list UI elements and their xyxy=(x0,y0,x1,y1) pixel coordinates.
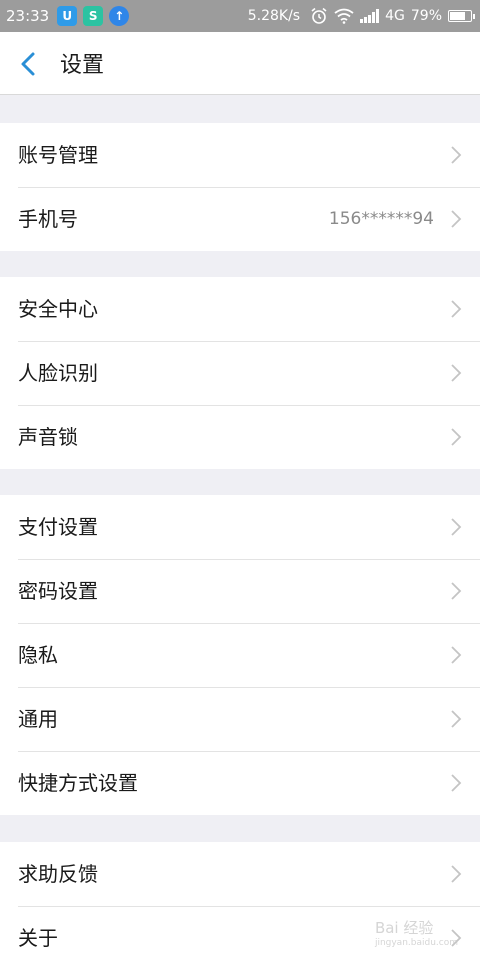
app-notification-icon: U xyxy=(57,6,78,26)
chevron-right-icon xyxy=(451,146,462,164)
phone-number-value: 156******94 xyxy=(328,209,434,229)
page-title: 设置 xyxy=(60,53,105,78)
chevron-right-icon xyxy=(451,646,462,664)
chevron-right-icon xyxy=(451,582,462,600)
settings-item-label: 安全中心 xyxy=(18,297,98,321)
settings-group-help: 求助反馈 关于 xyxy=(0,842,480,970)
chevron-right-icon xyxy=(451,210,462,228)
chevron-right-icon xyxy=(451,364,462,382)
settings-item-password-settings[interactable]: 密码设置 xyxy=(0,559,480,623)
settings-item-label: 关于 xyxy=(18,926,58,950)
chevron-right-icon xyxy=(451,518,462,536)
settings-item-general[interactable]: 通用 xyxy=(0,687,480,751)
network-type: 4G xyxy=(385,8,405,24)
header-bar: 设置 xyxy=(0,32,480,95)
scan-notification-icon: S xyxy=(83,6,104,26)
settings-group-payment: 支付设置 密码设置 隐私 通用 快捷方式设置 xyxy=(0,495,480,815)
settings-item-phone-number[interactable]: 手机号 156******94 xyxy=(0,187,480,251)
settings-item-voice-lock[interactable]: 声音锁 xyxy=(0,405,480,469)
settings-item-label: 人脸识别 xyxy=(18,361,98,385)
settings-item-label: 声音锁 xyxy=(18,425,78,449)
upload-notification-icon: ↑ xyxy=(109,6,130,26)
battery-percent: 79% xyxy=(410,8,442,24)
settings-item-help-feedback[interactable]: 求助反馈 xyxy=(0,842,480,906)
status-time: 23:33 xyxy=(6,7,50,25)
chevron-right-icon xyxy=(451,300,462,318)
settings-item-security-center[interactable]: 安全中心 xyxy=(0,277,480,341)
chevron-right-icon xyxy=(451,865,462,883)
network-speed: 5.28K/s xyxy=(247,8,301,24)
settings-item-payment-settings[interactable]: 支付设置 xyxy=(0,495,480,559)
settings-item-label: 账号管理 xyxy=(18,143,98,167)
chevron-right-icon xyxy=(451,710,462,728)
settings-item-label: 隐私 xyxy=(18,643,58,667)
wifi-icon xyxy=(334,8,354,24)
settings-item-privacy[interactable]: 隐私 xyxy=(0,623,480,687)
battery-icon xyxy=(448,10,475,22)
signal-icon xyxy=(360,9,380,23)
settings-item-account-management[interactable]: 账号管理 xyxy=(0,123,480,187)
watermark-subtext: jingyan.baidu.com xyxy=(374,938,458,948)
chevron-left-icon[interactable] xyxy=(16,50,42,78)
settings-item-face-recognition[interactable]: 人脸识别 xyxy=(0,341,480,405)
chevron-right-icon xyxy=(451,774,462,792)
alarm-icon xyxy=(311,7,327,24)
settings-item-label: 支付设置 xyxy=(18,515,98,539)
status-bar: 23:33 U S ↑ 5.28K/s 4G 79% xyxy=(0,0,480,32)
settings-item-label: 密码设置 xyxy=(18,579,98,603)
settings-item-label: 求助反馈 xyxy=(18,862,98,886)
settings-group-account: 账号管理 手机号 156******94 xyxy=(0,123,480,251)
settings-item-label: 快捷方式设置 xyxy=(18,771,138,795)
settings-item-label: 手机号 xyxy=(18,207,78,231)
settings-item-label: 通用 xyxy=(18,707,58,731)
watermark-text: Bai 经验 xyxy=(374,919,434,937)
settings-item-shortcut-settings[interactable]: 快捷方式设置 xyxy=(0,751,480,815)
chevron-right-icon xyxy=(451,428,462,446)
settings-group-security: 安全中心 人脸识别 声音锁 xyxy=(0,277,480,469)
baidu-watermark: Bai 经验 jingyan.baidu.com xyxy=(375,917,458,948)
